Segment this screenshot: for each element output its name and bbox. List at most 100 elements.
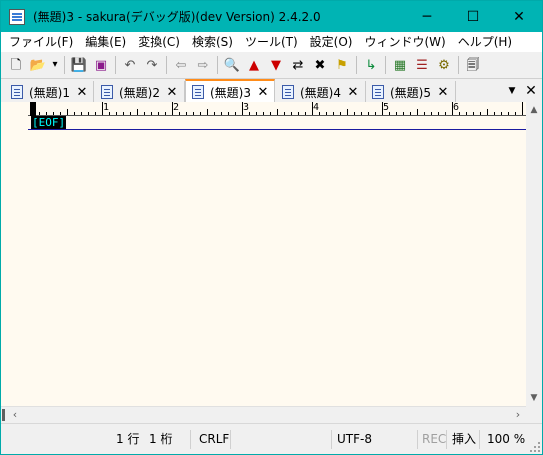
tab-untitled-2[interactable]: (無題)2 ✕ <box>95 81 185 103</box>
tab-label: (無題)2 <box>119 85 160 100</box>
tab-label: (無題)4 <box>300 85 341 100</box>
menu-window[interactable]: ウィンドウ(W) <box>358 32 451 52</box>
ruler-number: 2 <box>173 102 180 113</box>
save-icon[interactable]: 💾 <box>68 54 90 76</box>
scrollbar-corner <box>526 406 542 422</box>
open-folder-icon[interactable]: 📂 <box>27 54 49 76</box>
title-bar[interactable]: (無題)3 - sakura(デバッグ版)(dev Version) 2.4.2… <box>1 1 542 32</box>
scroll-up-icon[interactable]: ▲ <box>526 102 542 118</box>
document-icon <box>192 85 204 99</box>
outline-icon[interactable]: ☰ <box>411 54 433 76</box>
grep-icon[interactable]: ⚑ <box>331 54 353 76</box>
document-icon <box>372 85 384 99</box>
toolbar-separator <box>217 56 218 74</box>
status-divider <box>417 430 418 449</box>
ruler-number: 5 <box>383 102 390 113</box>
toolbar-separator <box>385 56 386 74</box>
tab-close-icon[interactable]: ✕ <box>255 85 271 100</box>
tab-close-icon[interactable]: ✕ <box>164 85 180 100</box>
replace-icon[interactable]: ⇄ <box>287 54 309 76</box>
ruler-number: 1 <box>103 102 110 113</box>
tab-label: (無題)3 <box>210 85 251 100</box>
maximize-button[interactable]: ☐ <box>450 1 496 32</box>
vertical-scrollbar[interactable]: ▲ ▼ <box>526 102 542 406</box>
menu-edit[interactable]: 編集(E) <box>79 32 132 52</box>
app-icon[interactable] <box>9 8 25 25</box>
settings-icon[interactable]: ⚙ <box>433 54 455 76</box>
compare-icon[interactable]: ▦ <box>389 54 411 76</box>
search-prev-icon[interactable]: ▲ <box>243 54 265 76</box>
document-icon <box>11 85 23 99</box>
menu-settings[interactable]: 設定(O) <box>304 32 359 52</box>
tab-list-dropdown-icon[interactable]: ▼ <box>504 83 520 99</box>
tab-bar: (無題)1 ✕ (無題)2 ✕ (無題)3 ✕ (無題)4 ✕ (無題)5 ✕ … <box>1 78 542 103</box>
menu-help[interactable]: ヘルプ(H) <box>452 32 518 52</box>
toolbar-separator <box>64 56 65 74</box>
tab-untitled-5[interactable]: (無題)5 ✕ <box>366 81 456 103</box>
split-box-handle[interactable] <box>2 409 5 421</box>
eof-marker: [EOF] <box>31 116 67 130</box>
tab-untitled-3[interactable]: (無題)3 ✕ <box>185 79 275 103</box>
menu-convert[interactable]: 変換(C) <box>132 32 186 52</box>
search-icon[interactable]: 🔍 <box>221 54 243 76</box>
scroll-down-icon[interactable]: ▼ <box>526 390 542 406</box>
tab-close-icon[interactable]: ✕ <box>435 85 451 100</box>
menu-search[interactable]: 検索(S) <box>186 32 239 52</box>
open-dropdown-icon[interactable]: ▾ <box>49 54 61 76</box>
toolbar-separator <box>458 56 459 74</box>
scroll-right-icon[interactable]: › <box>510 407 526 423</box>
redo-icon[interactable]: ↷ <box>141 54 163 76</box>
status-encoding[interactable]: UTF-8 <box>337 424 372 455</box>
minimize-button[interactable]: ─ <box>404 1 450 32</box>
toolbar-separator <box>356 56 357 74</box>
column-ruler[interactable]: 1 2 3 4 5 6 <box>28 102 526 116</box>
font-icon[interactable]: 🗐 <box>462 54 484 76</box>
window-title: (無題)3 - sakura(デバッグ版)(dev Version) 2.4.2… <box>33 10 321 24</box>
text-editor-area[interactable] <box>28 102 526 406</box>
tab-untitled-4[interactable]: (無題)4 ✕ <box>276 81 366 103</box>
status-rec: REC <box>422 432 447 446</box>
tab-close-icon[interactable]: ✕ <box>74 85 90 100</box>
tag-jump-icon[interactable]: ↳ <box>360 54 382 76</box>
ruler-number: 4 <box>313 102 320 113</box>
menu-bar: ファイル(F) 編集(E) 変換(C) 検索(S) ツール(T) 設定(O) ウ… <box>1 32 542 52</box>
document-icon <box>282 85 294 99</box>
jump-back-icon[interactable]: ⇦ <box>170 54 192 76</box>
line-number-gutter[interactable] <box>1 102 28 406</box>
status-line[interactable]: 1 行 <box>116 424 139 455</box>
tab-label: (無題)5 <box>390 85 431 100</box>
toolbar-separator <box>166 56 167 74</box>
menu-file[interactable]: ファイル(F) <box>3 32 79 52</box>
status-divider <box>331 430 332 449</box>
toolbar: 🗋 📂 ▾ 💾 ▣ ↶ ↷ ⇦ ⇨ 🔍 ▲ ▼ ⇄ ✖ ⚑ ↳ ▦ ☰ ⚙ 🗐 <box>1 52 542 78</box>
undo-icon[interactable]: ↶ <box>119 54 141 76</box>
horizontal-scrollbar[interactable]: ‹ › <box>1 406 526 422</box>
close-tab-button[interactable]: ✕ <box>522 82 540 100</box>
document-icon <box>101 85 113 99</box>
status-column[interactable]: 1 桁 <box>149 424 172 455</box>
save-as-icon[interactable]: ▣ <box>90 54 112 76</box>
status-zoom[interactable]: 100 % <box>487 424 525 455</box>
search-next-icon[interactable]: ▼ <box>265 54 287 76</box>
scroll-left-icon[interactable]: ‹ <box>7 407 23 423</box>
cursor-underline <box>28 129 526 130</box>
toolbar-separator <box>115 56 116 74</box>
status-divider <box>190 430 191 449</box>
tab-untitled-1[interactable]: (無題)1 ✕ <box>5 81 94 103</box>
ruler-number: 6 <box>453 102 460 113</box>
menu-tools[interactable]: ツール(T) <box>239 32 304 52</box>
status-divider <box>230 430 231 449</box>
new-file-icon[interactable]: 🗋 <box>5 54 27 76</box>
jump-forward-icon[interactable]: ⇨ <box>192 54 214 76</box>
status-newline[interactable]: CRLF <box>199 424 229 455</box>
window-controls: ─ ☐ ✕ <box>404 1 542 32</box>
status-divider <box>446 430 447 449</box>
resize-grip-icon[interactable] <box>530 442 540 452</box>
close-button[interactable]: ✕ <box>496 1 542 32</box>
ruler-cursor-marker <box>30 102 36 116</box>
clear-mark-icon[interactable]: ✖ <box>309 54 331 76</box>
status-insert-mode[interactable]: 挿入 <box>452 424 476 455</box>
tab-close-icon[interactable]: ✕ <box>345 85 361 100</box>
ruler-number: 3 <box>243 102 250 113</box>
status-bar: 1 行 1 桁 CRLF UTF-8 REC 挿入 100 % <box>1 423 542 454</box>
